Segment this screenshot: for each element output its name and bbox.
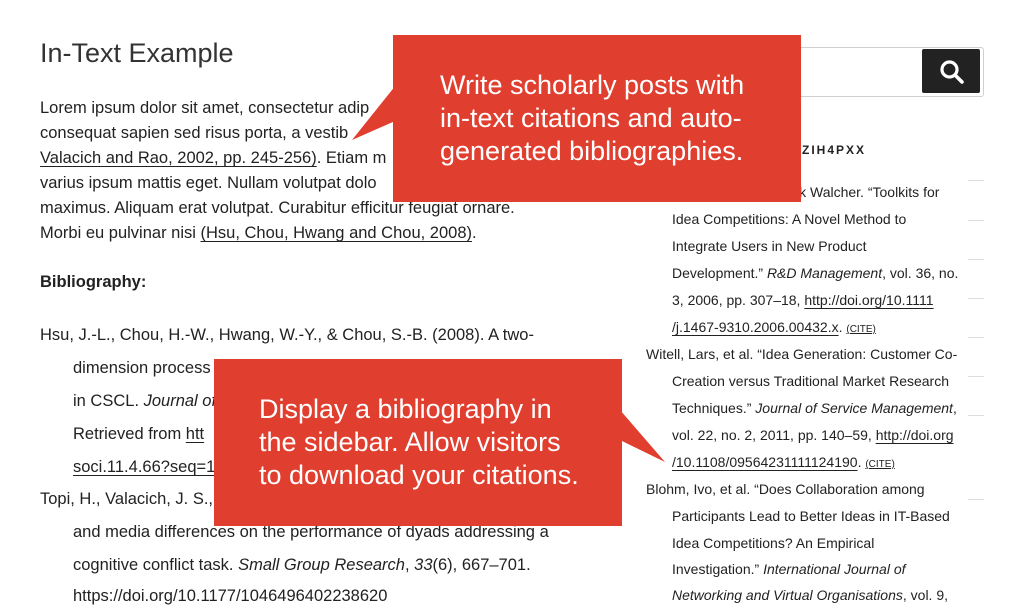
callout-line: in-text citations and auto-	[440, 103, 742, 133]
callout-line: generated bibliographies.	[440, 136, 744, 166]
callout-line: Display a bibliography in	[259, 394, 552, 424]
callout-bottom: Display a bibliography in the sidebar. A…	[214, 359, 622, 526]
callout-bottom-pointer	[620, 410, 665, 462]
callout-line: Write scholarly posts with	[440, 70, 745, 100]
callout-line: to download your citations.	[259, 460, 579, 490]
callout-top: Write scholarly posts with in-text citat…	[393, 35, 801, 202]
callout-line: the sidebar. Allow visitors	[259, 427, 561, 457]
